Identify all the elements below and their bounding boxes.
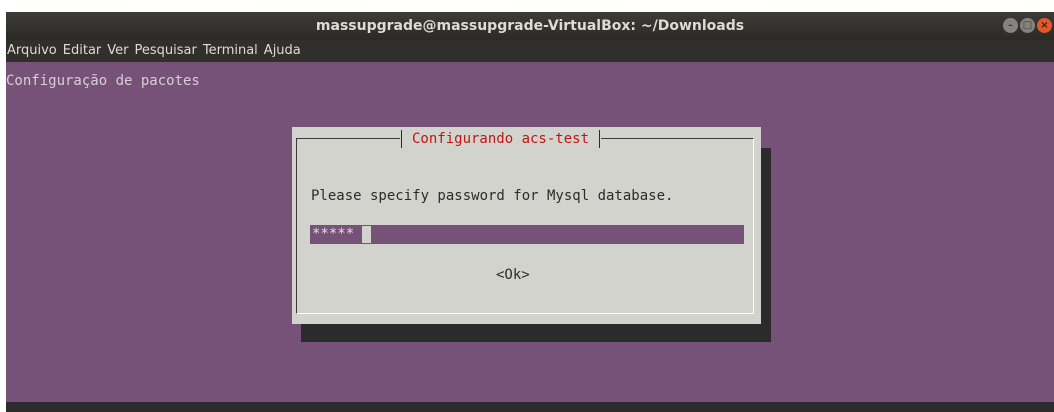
- text-cursor: [362, 226, 371, 243]
- menu-editar[interactable]: Editar: [62, 40, 106, 62]
- menu-ver[interactable]: Ver: [106, 40, 132, 62]
- menu-terminal[interactable]: Terminal: [202, 40, 262, 62]
- menu-bar: Arquivo Editar Ver Pesquisar Terminal Aj…: [6, 40, 1054, 62]
- menu-ajuda[interactable]: Ajuda: [263, 40, 305, 62]
- password-prompt: Please specify password for Mysql databa…: [311, 188, 674, 204]
- menu-pesquisar[interactable]: Pesquisar: [134, 40, 201, 62]
- password-input[interactable]: *****: [310, 225, 744, 244]
- close-button[interactable]: ×: [1037, 18, 1052, 33]
- dialog-title: Configurando acs-test: [400, 130, 602, 148]
- terminal-heading: Configuração de pacotes: [6, 73, 200, 89]
- menu-arquivo[interactable]: Arquivo: [6, 40, 61, 62]
- bottom-border: [6, 402, 1054, 412]
- window-title: massupgrade@massupgrade-VirtualBox: ~/Do…: [315, 18, 745, 34]
- minimize-button[interactable]: –: [1003, 18, 1018, 33]
- config-dialog: Configurando acs-test Please specify pas…: [292, 127, 761, 324]
- terminal-area[interactable]: Configuração de pacotes Configurando acs…: [6, 62, 1054, 402]
- maximize-button[interactable]: □: [1020, 18, 1035, 33]
- ok-button[interactable]: <Ok>: [496, 266, 530, 284]
- title-bar[interactable]: massupgrade@massupgrade-VirtualBox: ~/Do…: [6, 12, 1054, 40]
- terminal-window: massupgrade@massupgrade-VirtualBox: ~/Do…: [6, 12, 1054, 412]
- window-controls: – □ ×: [1003, 18, 1052, 34]
- password-value: *****: [312, 226, 355, 242]
